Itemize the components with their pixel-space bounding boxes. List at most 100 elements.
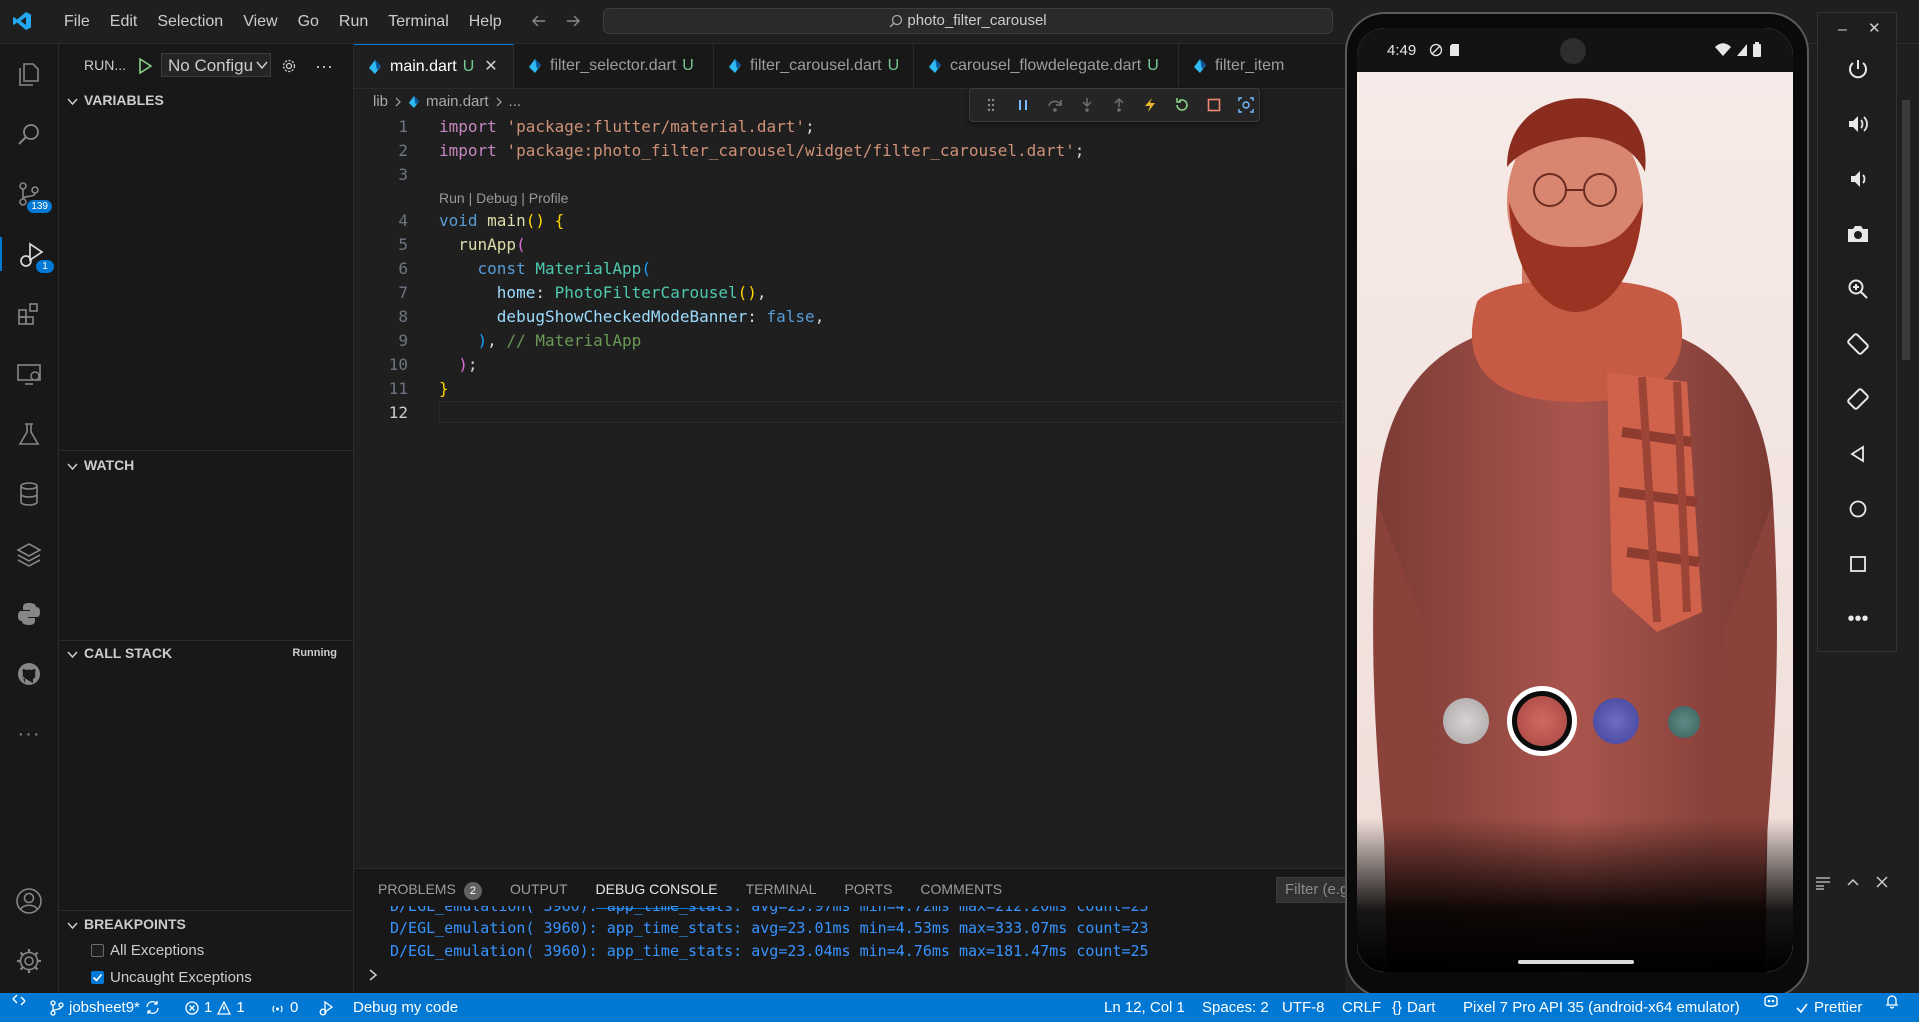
prettier-status[interactable]: Prettier: [1795, 993, 1862, 1022]
run-debug-icon[interactable]: 1: [0, 237, 60, 273]
minimize-emulator-icon[interactable]: –: [1838, 21, 1847, 39]
menu-help[interactable]: Help: [459, 0, 512, 43]
menu-run[interactable]: Run: [329, 0, 378, 43]
start-debugging-icon[interactable]: [138, 58, 152, 74]
menu-edit[interactable]: Edit: [100, 0, 148, 43]
codelens-run-debug-profile[interactable]: Run | Debug | Profile: [439, 187, 568, 209]
menu-file[interactable]: File: [54, 0, 100, 43]
open-launch-json-gear-icon[interactable]: [281, 58, 297, 74]
tab-debug-console[interactable]: DEBUG CONSOLE: [595, 869, 718, 909]
all-exceptions-checkbox[interactable]: [91, 944, 104, 957]
code-line: 3: [354, 163, 1344, 187]
tab-filter-selector[interactable]: filter_selector.dart U: [514, 44, 714, 88]
github-icon[interactable]: [12, 657, 46, 691]
maximize-panel-chevron-icon[interactable]: [1845, 875, 1861, 891]
close-panel-icon[interactable]: [1875, 875, 1889, 891]
manage-gear-icon[interactable]: [12, 944, 46, 978]
close-tab-icon[interactable]: ✕: [484, 58, 497, 75]
volume-down-icon[interactable]: [1842, 163, 1874, 195]
code-line: 9 ), // MaterialApp: [354, 329, 1344, 353]
emulator-screen[interactable]: 4:49: [1357, 28, 1793, 972]
overview-square-icon[interactable]: [1842, 548, 1874, 580]
filter-option-teal[interactable]: [1668, 706, 1700, 738]
breakpoint-uncaught-exceptions[interactable]: Uncaught Exceptions: [91, 969, 252, 986]
breadcrumb-file[interactable]: main.dart: [426, 93, 489, 110]
source-control-badge: 139: [27, 200, 52, 213]
notifications-bell-icon[interactable]: [1884, 993, 1900, 1009]
nav-arrows: [530, 12, 582, 30]
menu-selection[interactable]: Selection: [147, 0, 233, 43]
uncaught-exceptions-checkbox[interactable]: [91, 971, 104, 984]
menu-view[interactable]: View: [233, 0, 287, 43]
tab-output[interactable]: OUTPUT: [510, 869, 568, 909]
call-stack-section-header[interactable]: CALL STACK Running: [59, 641, 353, 665]
tab-carousel-flowdelegate[interactable]: carousel_flowdelegate.dart U: [914, 44, 1179, 88]
search-view-icon[interactable]: [12, 117, 46, 151]
console-filter-input[interactable]: Filter (e.g.: [1276, 877, 1356, 903]
debug-status[interactable]: Debug my code: [318, 993, 458, 1022]
rotate-right-icon[interactable]: [1842, 383, 1874, 415]
code-editor[interactable]: 1 import 'package:flutter/material.dart';…: [354, 115, 1344, 425]
more-options-icon[interactable]: •••: [1842, 603, 1874, 635]
breadcrumb-folder[interactable]: lib: [373, 93, 388, 110]
breakpoints-section-header[interactable]: BREAKPOINTS: [59, 912, 353, 936]
gesture-home-bar[interactable]: [1518, 960, 1634, 964]
line-endings[interactable]: CRLF: [1342, 993, 1381, 1022]
remote-explorer-icon[interactable]: [12, 357, 46, 391]
variables-section-header[interactable]: VARIABLES: [59, 88, 353, 112]
home-circle-icon[interactable]: [1842, 493, 1874, 525]
filter-option-blue[interactable]: [1593, 698, 1639, 744]
command-center[interactable]: photo_filter_carousel: [603, 8, 1333, 34]
back-triangle-icon[interactable]: [1842, 438, 1874, 470]
word-wrap-icon[interactable]: [1815, 875, 1831, 891]
tab-comments[interactable]: COMMENTS: [920, 869, 1002, 909]
sync-icon[interactable]: [145, 1000, 160, 1015]
copilot-icon[interactable]: [1762, 993, 1780, 1009]
tab-ports[interactable]: PORTS: [844, 869, 892, 909]
more-views-icon[interactable]: ···: [12, 717, 46, 751]
breakpoint-all-exceptions[interactable]: All Exceptions: [91, 942, 204, 959]
branch-status[interactable]: jobsheet9*: [50, 993, 160, 1022]
database-icon[interactable]: [12, 477, 46, 511]
python-icon[interactable]: [12, 597, 46, 631]
power-icon[interactable]: [1842, 53, 1874, 85]
editor-scrollbar[interactable]: [1902, 100, 1910, 360]
problems-status[interactable]: 11: [185, 993, 245, 1022]
camera-icon[interactable]: [1842, 218, 1874, 250]
extensions-icon[interactable]: [12, 297, 46, 331]
watch-section-header[interactable]: WATCH: [59, 453, 353, 477]
dart-file-icon: [368, 59, 382, 75]
close-emulator-icon[interactable]: ✕: [1868, 19, 1881, 37]
source-control-icon[interactable]: 139: [12, 177, 52, 213]
console-prompt-chevron-icon[interactable]: [368, 969, 378, 981]
remote-indicator-icon[interactable]: [12, 993, 26, 1007]
explorer-icon[interactable]: [12, 57, 46, 91]
zoom-icon[interactable]: [1842, 273, 1874, 305]
breadcrumb-symbol[interactable]: ...: [509, 93, 522, 110]
all-exceptions-label: All Exceptions: [110, 942, 205, 959]
tab-filter-item[interactable]: filter_item: [1179, 44, 1345, 88]
rotate-left-icon[interactable]: [1842, 328, 1874, 360]
encoding[interactable]: UTF-8: [1282, 993, 1325, 1022]
layers-icon[interactable]: [12, 537, 46, 571]
tab-terminal[interactable]: TERMINAL: [746, 869, 817, 909]
testing-icon[interactable]: [12, 417, 46, 451]
indentation[interactable]: Spaces: 2: [1202, 993, 1269, 1022]
more-actions-icon[interactable]: ···: [315, 56, 333, 77]
filter-option-grey[interactable]: [1443, 698, 1489, 744]
tab-main-dart[interactable]: main.dart U ✕: [354, 44, 514, 88]
filter-option-selected-ring[interactable]: [1507, 686, 1577, 756]
menu-go[interactable]: Go: [288, 0, 329, 43]
code-line: 4 void main() {: [354, 209, 1344, 233]
ports-status[interactable]: 0: [270, 993, 298, 1022]
device-selector[interactable]: Pixel 7 Pro API 35 (android-x64 emulator…: [1463, 993, 1740, 1022]
forward-arrow-icon[interactable]: [564, 12, 582, 30]
account-icon[interactable]: [12, 884, 46, 918]
volume-up-icon[interactable]: [1842, 108, 1874, 140]
language-mode[interactable]: {} Dart: [1392, 993, 1435, 1022]
back-arrow-icon[interactable]: [530, 12, 548, 30]
tab-filter-carousel[interactable]: filter_carousel.dart U: [714, 44, 914, 88]
tab-problems[interactable]: PROBLEMS 2: [378, 869, 482, 909]
cursor-position[interactable]: Ln 12, Col 1: [1104, 993, 1185, 1022]
menu-terminal[interactable]: Terminal: [378, 0, 458, 43]
